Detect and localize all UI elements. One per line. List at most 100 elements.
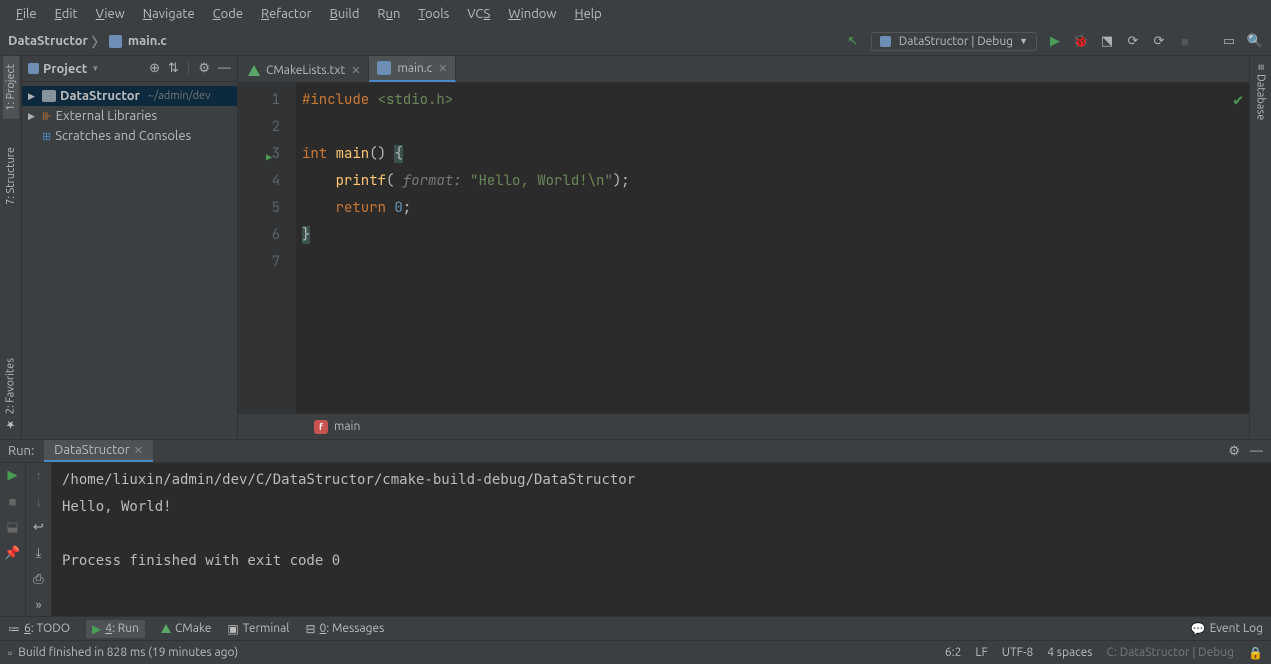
cursor-position[interactable]: 6:2 — [945, 646, 962, 659]
run-tab[interactable]: DataStructor ✕ — [44, 440, 153, 462]
tab-label: CMakeLists.txt — [266, 64, 345, 77]
down-icon[interactable]: ↓ — [31, 493, 47, 509]
c-file-icon — [109, 35, 122, 48]
coverage-icon[interactable]: ⬔ — [1099, 33, 1115, 49]
breadcrumb-function[interactable]: main — [334, 420, 360, 433]
run-controls-secondary: ↑ ↓ ↩ ⤓ ⎙ » — [26, 463, 52, 617]
tree-item-label: DataStructor — [60, 89, 140, 103]
soft-wrap-icon[interactable]: ↩ — [31, 519, 47, 535]
menu-navigate[interactable]: Navigate — [135, 3, 203, 25]
pin-icon[interactable]: 📌 — [5, 545, 21, 561]
left-tool-strip: 1: Project 7: Structure ★2: Favorites — [0, 56, 22, 439]
editor-tabs: CMakeLists.txt ✕ main.c ✕ — [238, 56, 1249, 83]
tool-terminal[interactable]: ▣Terminal — [227, 622, 289, 636]
print-icon[interactable]: ⎙ — [31, 571, 47, 587]
search-everywhere-icon[interactable]: 🔍 — [1247, 33, 1263, 49]
menu-view[interactable]: View — [88, 3, 133, 25]
code-editor[interactable]: 1 2 3 4 5 6 7 ▶ #include <stdio.h> int m… — [238, 83, 1249, 413]
menu-window[interactable]: Window — [500, 3, 564, 25]
stop-icon[interactable]: ■ — [5, 493, 21, 509]
navigation-bar: DataStructor 〉 main.c ↖ DataStructor | D… — [0, 27, 1271, 56]
build-hammer-icon[interactable]: ↖ — [845, 33, 861, 49]
run-tool-window: Run: DataStructor ✕ ⚙ — ▶ ■ ⬓ 📌 ↑ ↓ ↩ ⤓ … — [0, 439, 1271, 616]
lock-icon[interactable]: 🔒 — [1248, 646, 1263, 660]
menu-tools[interactable]: Tools — [410, 3, 457, 25]
menu-vcs[interactable]: VCS — [459, 3, 498, 25]
tree-project-root[interactable]: ▶ DataStructor ~/admin/dev — [22, 86, 237, 106]
tool-structure[interactable]: 7: Structure — [3, 139, 19, 213]
folder-icon — [42, 90, 56, 102]
gutter-run-icon[interactable]: ▶ — [266, 144, 272, 171]
close-tab-icon[interactable]: ✕ — [351, 64, 360, 77]
scroll-end-icon[interactable]: ⤓ — [31, 545, 47, 561]
menu-help[interactable]: Help — [567, 3, 610, 25]
tree-scratches[interactable]: ⊞ Scratches and Consoles — [22, 126, 237, 146]
menu-edit[interactable]: Edit — [47, 3, 86, 25]
tool-event-log[interactable]: 💬Event Log — [1191, 622, 1263, 636]
chevron-down-icon: ▼ — [1019, 36, 1028, 46]
settings-gear-icon[interactable]: ⚙ — [198, 61, 210, 76]
run-configuration-selector[interactable]: DataStructor | Debug ▼ — [871, 32, 1037, 51]
tool-favorites[interactable]: ★2: Favorites — [2, 350, 19, 439]
debug-button-icon[interactable]: 🐞 — [1073, 33, 1089, 49]
settings-gear-icon[interactable]: ⚙ — [1228, 444, 1240, 459]
line-ending[interactable]: LF — [975, 646, 987, 659]
line-number: 1 — [242, 87, 280, 114]
menu-refactor[interactable]: Refactor — [253, 3, 320, 25]
layout-icon[interactable]: ▭ — [1221, 33, 1237, 49]
locate-icon[interactable]: ⊕ — [149, 61, 160, 76]
tree-external-libs[interactable]: ▶ ⊪ External Libraries — [22, 106, 237, 126]
context-config[interactable]: C: DataStructor | Debug — [1107, 646, 1235, 659]
tool-windows-icon[interactable]: ▫ — [8, 646, 12, 660]
stop-icon[interactable]: ■ — [1177, 33, 1193, 49]
tab-main-c[interactable]: main.c ✕ — [369, 56, 456, 82]
line-number: 3 — [242, 141, 280, 168]
library-icon: ⊪ — [42, 110, 52, 123]
expand-icon[interactable]: ⇅ — [168, 61, 179, 76]
console-output[interactable]: /home/liuxin/admin/dev/C/DataStructor/cm… — [52, 463, 1271, 617]
close-tab-icon[interactable]: ✕ — [438, 62, 447, 75]
inspection-ok-icon[interactable]: ✔ — [1233, 89, 1243, 110]
tool-messages[interactable]: ⊟0: Messages — [305, 622, 384, 636]
project-tree: ▶ DataStructor ~/admin/dev ▶ ⊪ External … — [22, 82, 237, 150]
profile-icon[interactable]: ⟳ — [1125, 33, 1141, 49]
breadcrumb[interactable]: DataStructor 〉 main.c — [8, 32, 167, 51]
tab-cmakelists[interactable]: CMakeLists.txt ✕ — [240, 59, 369, 82]
tool-database[interactable]: ≡Database — [1253, 56, 1269, 129]
attach-icon[interactable]: ⟳ — [1151, 33, 1167, 49]
indent-setting[interactable]: 4 spaces — [1047, 646, 1092, 659]
hide-panel-icon[interactable]: — — [1250, 444, 1263, 459]
breadcrumb-file[interactable]: main.c — [128, 34, 167, 48]
menu-file[interactable]: File — [8, 3, 45, 25]
up-icon[interactable]: ↑ — [31, 467, 47, 483]
tree-item-path: ~/admin/dev — [148, 90, 211, 102]
menu-build[interactable]: Build — [322, 3, 368, 25]
tool-run[interactable]: ▶4: Run — [86, 620, 145, 638]
scratch-icon: ⊞ — [42, 130, 51, 143]
file-encoding[interactable]: UTF-8 — [1002, 646, 1033, 659]
hide-panel-icon[interactable]: — — [218, 61, 231, 76]
project-icon — [28, 63, 39, 74]
expand-arrow-icon[interactable]: ▶ — [28, 111, 38, 122]
project-panel: Project ▼ ⊕ ⇅ | ⚙ — ▶ DataStructor ~/adm… — [22, 56, 238, 439]
exit-icon[interactable]: ⬓ — [5, 519, 21, 535]
cmake-file-icon — [248, 65, 260, 76]
breadcrumb-project[interactable]: DataStructor — [8, 34, 88, 48]
tool-cmake[interactable]: CMake — [161, 622, 211, 635]
close-icon[interactable]: ✕ — [134, 444, 143, 457]
code-content[interactable]: #include <stdio.h> int main() { printf( … — [296, 83, 1249, 413]
run-button-icon[interactable]: ▶ — [1047, 33, 1063, 49]
tool-project[interactable]: 1: Project — [3, 56, 19, 119]
line-number: 4 — [242, 168, 280, 195]
menu-code[interactable]: Code — [205, 3, 251, 25]
menu-run[interactable]: Run — [369, 3, 408, 25]
line-number: 5 — [242, 195, 280, 222]
more-icon[interactable]: » — [31, 597, 47, 613]
run-header: Run: DataStructor ✕ ⚙ — — [0, 440, 1271, 463]
editor-gutter[interactable]: 1 2 3 4 5 6 7 ▶ — [238, 83, 296, 413]
rerun-icon[interactable]: ▶ — [5, 467, 21, 483]
chevron-down-icon[interactable]: ▼ — [91, 64, 99, 73]
expand-arrow-icon[interactable]: ▶ — [28, 91, 38, 102]
status-message: Build finished in 828 ms (19 minutes ago… — [18, 646, 238, 659]
tool-todo[interactable]: ≔6: TODO — [8, 622, 70, 636]
